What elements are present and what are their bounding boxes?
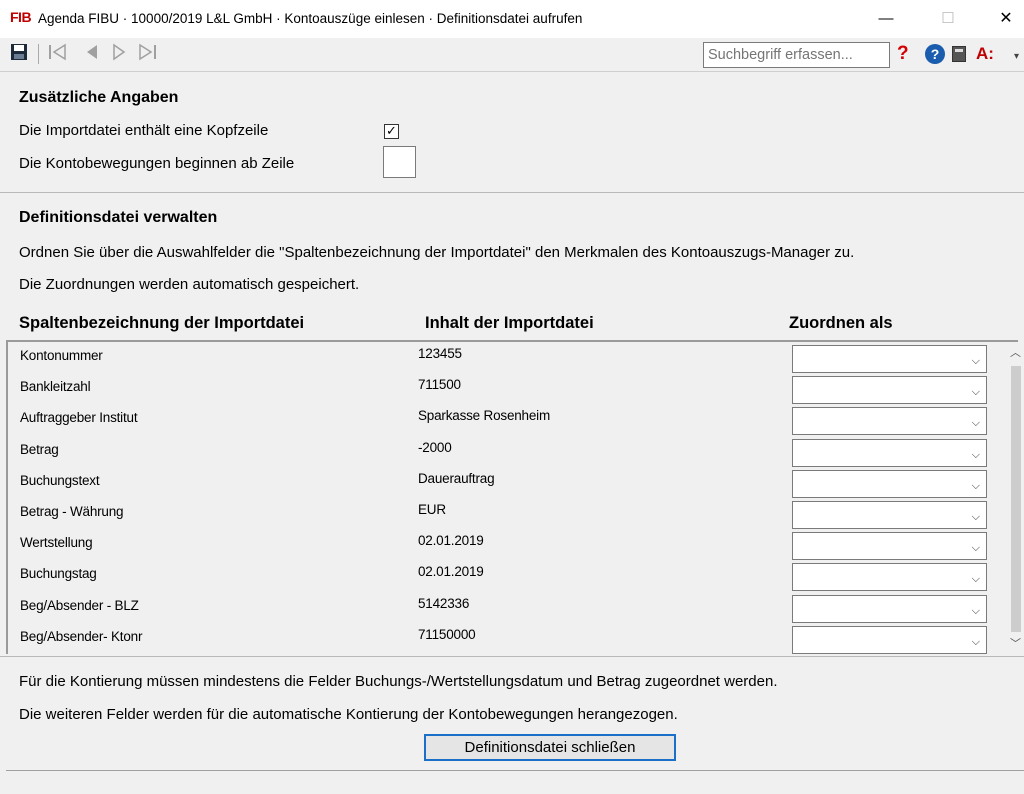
footer-note-2: Die weiteren Felder werden für die autom…: [19, 706, 678, 723]
column-name-cell: Betrag: [20, 441, 59, 457]
previous-record-icon[interactable]: [84, 43, 100, 65]
column-name-cell: Betrag - Währung: [20, 504, 124, 519]
scroll-down-icon[interactable]: ﹀: [1010, 635, 1021, 651]
chevron-down-icon: ⌵: [971, 604, 980, 617]
assign-dropdown[interactable]: ⌵: [792, 407, 987, 436]
start-row-field[interactable]: [383, 146, 416, 178]
help-icon[interactable]: ?: [925, 44, 945, 64]
column-header-assign: Zuordnen als: [789, 314, 893, 332]
assign-dropdown[interactable]: ⌵: [792, 438, 987, 467]
column-name-cell: Wertstellung: [20, 535, 93, 551]
info-text-2: Die Zuordnungen werden automatisch gespe…: [19, 276, 360, 293]
next-record-icon[interactable]: [111, 43, 127, 65]
header-row-label: Die Importdatei enthält eine Kopfzeile: [19, 122, 269, 139]
window-title: Agenda FIBU · 10000/2019 L&L GmbH · Kont…: [38, 11, 583, 26]
last-record-icon[interactable]: [137, 43, 159, 65]
content-cell: 02.01.2019: [418, 533, 484, 549]
content-cell: Dauerauftrag: [418, 470, 495, 486]
chevron-down-icon: ⌵: [971, 635, 980, 648]
info-text-1: Ordnen Sie über die Auswahlfelder die "S…: [19, 244, 855, 261]
content-cell: -2000: [418, 439, 452, 455]
column-name-cell: Beg/Absender- Ktonr: [20, 628, 143, 644]
close-window-button[interactable]: ✕: [986, 6, 1024, 32]
chevron-down-icon: ⌵: [971, 448, 980, 461]
content-cell: EUR: [418, 502, 446, 517]
column-header-name: Spaltenbezeichnung der Importdatei: [19, 314, 305, 332]
toolbar-separator: [38, 44, 39, 64]
assign-dropdown[interactable]: ⌵: [792, 625, 987, 654]
column-header-content: Inhalt der Importdatei: [425, 314, 594, 332]
toolbar: ? ? A: ▾: [0, 38, 1024, 72]
column-name-cell: Bankleitzahl: [20, 379, 91, 395]
assign-dropdown[interactable]: ⌵: [792, 376, 987, 405]
save-icon[interactable]: [10, 43, 30, 65]
content-cell: 71150000: [418, 626, 476, 642]
footer-note-1: Für die Kontierung müssen mindestens die…: [19, 673, 778, 690]
assign-dropdown[interactable]: ⌵: [792, 532, 987, 561]
assign-dropdown[interactable]: ⌵: [792, 345, 987, 373]
manage-definition-heading: Definitionsdatei verwalten: [19, 209, 218, 226]
header-row-checkbox[interactable]: ✓: [384, 124, 399, 139]
table-row: Wertstellung 02.01.2019 ⌵: [8, 529, 1012, 561]
table-row: Buchungstag 02.01.2019 ⌵: [8, 560, 1012, 592]
chevron-down-icon: ⌵: [971, 417, 980, 430]
content-cell: 02.01.2019: [418, 564, 484, 580]
content-cell: 711500: [418, 377, 461, 393]
chevron-down-icon: ⌵: [971, 511, 980, 523]
maximize-button[interactable]: ☐: [928, 6, 968, 32]
agenda-a-icon[interactable]: A:: [976, 43, 994, 65]
calculator-icon[interactable]: [952, 46, 966, 62]
chevron-down-icon: ⌵: [971, 479, 980, 492]
assign-dropdown[interactable]: ⌵: [792, 563, 987, 592]
chevron-down-icon[interactable]: ▾: [1014, 46, 1019, 68]
column-name-cell: Buchungstag: [20, 566, 97, 582]
chevron-down-icon: ⌵: [971, 542, 980, 555]
column-name-cell: Auftraggeber Institut: [20, 410, 138, 426]
table-row: Buchungstext Dauerauftrag ⌵: [8, 467, 1012, 498]
status-divider: [6, 770, 1024, 771]
column-name-cell: Beg/Absender - BLZ: [20, 597, 139, 613]
additional-info-heading: Zusätzliche Angaben: [19, 89, 179, 106]
minimize-button[interactable]: —: [866, 6, 906, 32]
assign-dropdown[interactable]: ⌵: [792, 501, 987, 529]
content-cell: Sparkasse Rosenheim: [418, 408, 551, 424]
table-scrollbar[interactable]: ︿ ﹀: [1008, 342, 1024, 654]
table-row: Auftraggeber Institut Sparkasse Rosenhei…: [8, 404, 1012, 436]
assign-dropdown[interactable]: ⌵: [792, 594, 987, 623]
assign-dropdown[interactable]: ⌵: [792, 469, 987, 498]
column-name-cell: Buchungstext: [20, 472, 100, 488]
first-record-icon[interactable]: [47, 43, 69, 65]
chevron-down-icon: ⌵: [971, 573, 980, 586]
content-cell: 123455: [418, 346, 462, 361]
table-row: Beg/Absender- Ktonr 71150000 ⌵: [8, 623, 1012, 654]
title-bar: FIB Agenda FIBU · 10000/2019 L&L GmbH · …: [0, 0, 1024, 38]
table-row: Betrag -2000 ⌵: [8, 436, 1012, 467]
chevron-down-icon: ⌵: [971, 386, 980, 399]
footer-divider: [0, 656, 1024, 657]
table-row: Kontonummer 123455 ⌵: [8, 342, 1012, 373]
table-row: Bankleitzahl 711500 ⌵: [8, 373, 1012, 405]
mapping-table: Kontonummer 123455 ⌵ Bankleitzahl 711500…: [6, 340, 1018, 654]
question-icon[interactable]: ?: [897, 43, 909, 65]
close-definition-button[interactable]: Definitionsdatei schließen: [424, 734, 676, 761]
search-input[interactable]: [703, 42, 890, 68]
chevron-down-icon: ⌵: [971, 355, 980, 367]
column-name-cell: Kontonummer: [20, 348, 103, 363]
scroll-up-icon[interactable]: ︿: [1010, 344, 1021, 360]
content-cell: 5142336: [418, 595, 470, 611]
scrollbar-thumb[interactable]: [1011, 366, 1021, 632]
fib-logo: FIB: [10, 9, 32, 25]
table-row: Betrag - Währung EUR ⌵: [8, 498, 1012, 529]
start-row-label: Die Kontobewegungen beginnen ab Zeile: [19, 155, 295, 172]
table-row: Beg/Absender - BLZ 5142336 ⌵: [8, 592, 1012, 623]
